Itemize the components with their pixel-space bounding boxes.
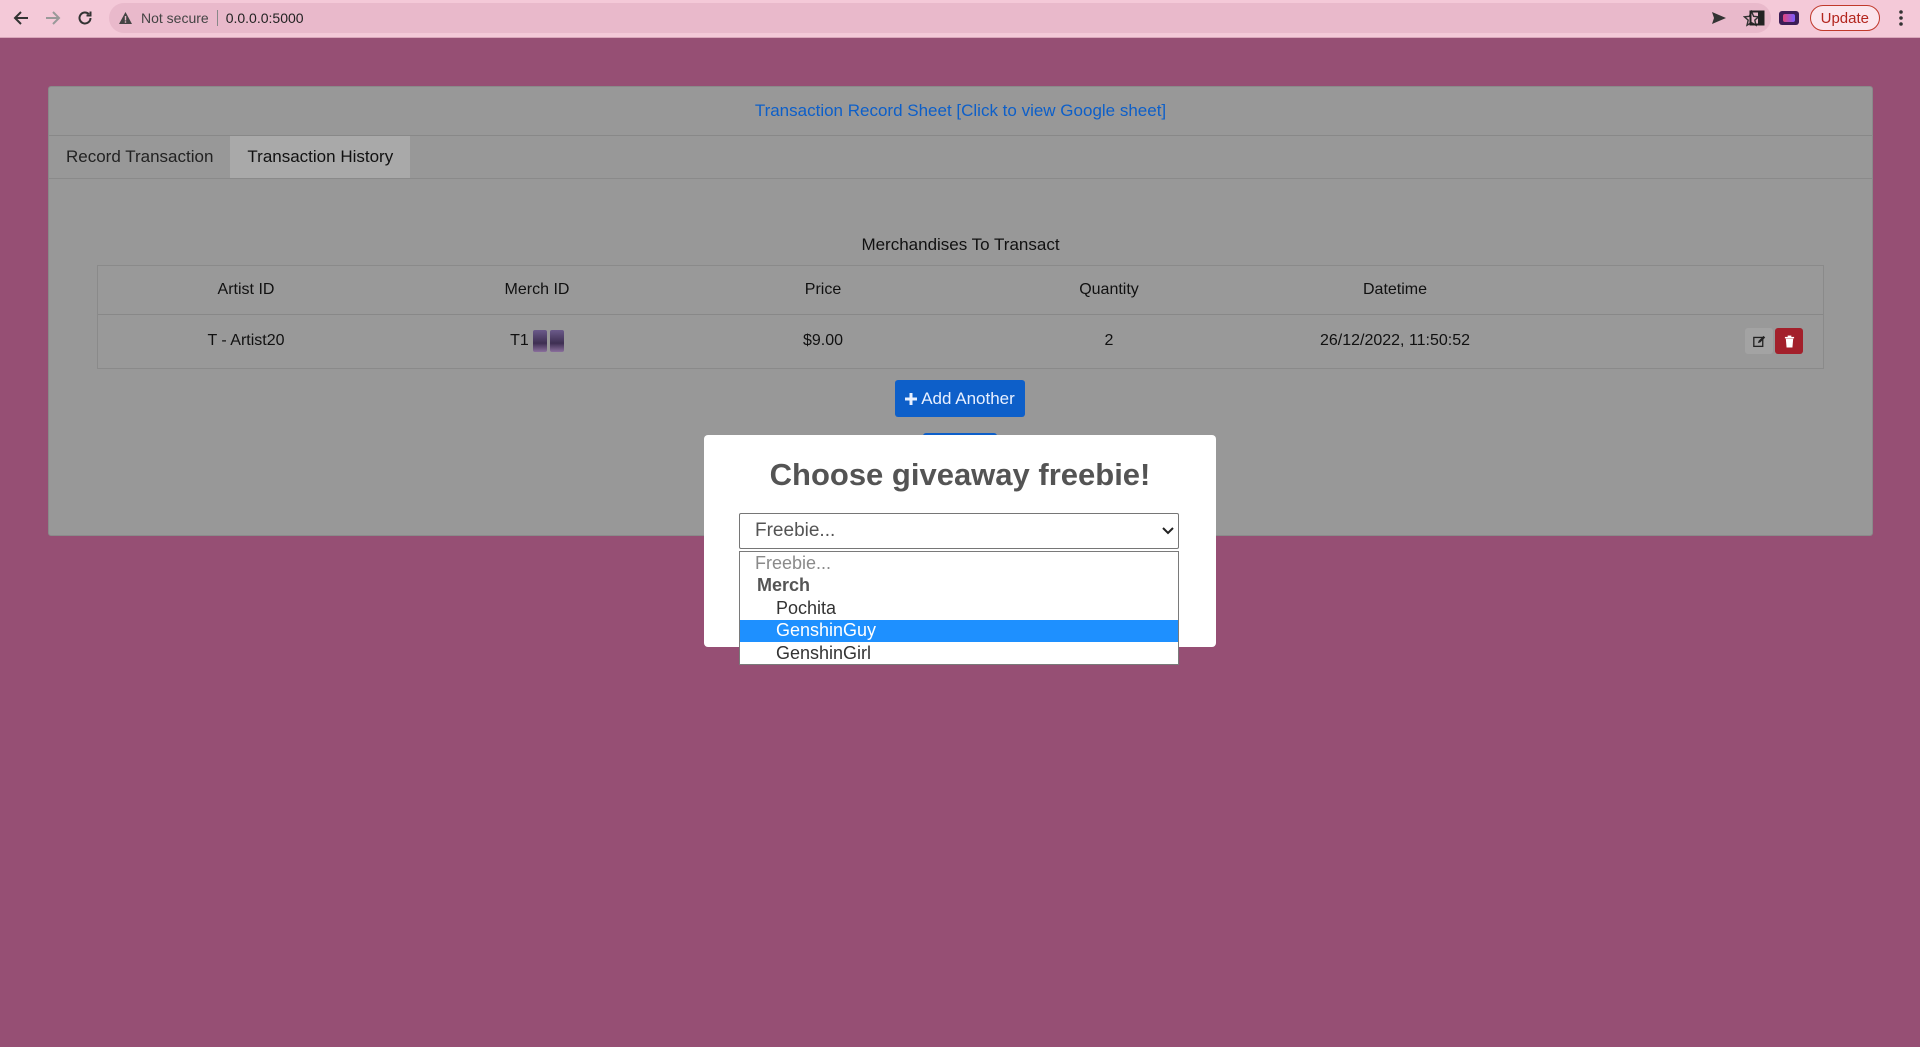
cell-quantity: 2 [1104, 332, 1114, 349]
reload-icon [78, 11, 92, 25]
chevron-down-icon [1162, 527, 1174, 535]
forward-button[interactable] [40, 6, 66, 30]
freebie-options-list: Freebie... Merch Pochita GenshinGuy Gens… [739, 551, 1179, 665]
column-header-price: Price [804, 281, 842, 298]
column-header-datetime: Datetime [1362, 281, 1428, 298]
cell-actions [1538, 315, 1823, 367]
column-header-merch-id: Merch ID [504, 281, 570, 298]
option-genshinguy[interactable]: GenshinGuy [740, 619, 1178, 642]
modal-title: Choose giveaway freebie! [769, 457, 1151, 492]
merch-thumbnails [532, 330, 564, 352]
column-header-quantity: Quantity [1079, 281, 1139, 298]
cell-artist-id: T - Artist20 [207, 332, 285, 349]
freebie-select-value: Freebie... [755, 520, 836, 541]
tab-transaction-history[interactable]: Transaction History [230, 136, 411, 178]
send-icon[interactable] [1709, 8, 1729, 28]
merch-image [532, 330, 547, 352]
security-status[interactable]: Not secure [141, 10, 209, 26]
arrow-right-icon [46, 11, 61, 25]
edit-icon [1752, 335, 1765, 347]
more-menu-icon[interactable] [1890, 6, 1912, 30]
cell-datetime: 26/12/2022, 11:50:52 [1319, 332, 1471, 349]
arrow-left-icon [13, 11, 28, 25]
option-genshingirl[interactable]: GenshinGirl [740, 642, 1178, 665]
browser-toolbar: Not secure 0.0.0.0:5000 Update [0, 0, 1920, 38]
panel-header: Transaction Record Sheet [Click to view … [49, 87, 1872, 136]
update-button[interactable]: Update [1809, 5, 1880, 31]
divider [216, 10, 218, 26]
delete-button[interactable] [1775, 328, 1803, 354]
cell-merch-id: T1 [394, 315, 680, 367]
merch-table: Artist ID Merch ID Price Quantity Dateti… [97, 265, 1824, 369]
merch-id-text: T1 [510, 332, 529, 349]
address-bar[interactable]: Not secure 0.0.0.0:5000 [109, 3, 1771, 33]
add-another-label: Add Another [921, 388, 1015, 408]
side-panel-icon[interactable] [1746, 6, 1768, 30]
table-row: T - Artist20 T1 $9.00 2 26/12/2022, 11:5… [98, 315, 1823, 367]
warning-icon[interactable] [117, 10, 133, 26]
tab-bar: Record Transaction Transaction History [49, 136, 1872, 179]
freebie-select[interactable]: Freebie... [739, 513, 1179, 549]
section-title: Merchandises To Transact [861, 235, 1060, 254]
merch-image [549, 330, 564, 352]
extension-icon[interactable] [1778, 6, 1800, 30]
plus-icon [905, 392, 918, 405]
cell-price: $9.00 [802, 332, 844, 349]
column-header-artist-id: Artist ID [217, 281, 275, 298]
add-another-button[interactable]: Add Another [895, 380, 1025, 417]
edit-button[interactable] [1745, 328, 1773, 354]
optgroup-merch: Merch [757, 575, 811, 596]
tab-record-transaction[interactable]: Record Transaction [49, 136, 230, 178]
google-sheet-link[interactable]: Transaction Record Sheet [Click to view … [755, 101, 1166, 121]
table-header-row: Artist ID Merch ID Price Quantity Dateti… [98, 266, 1823, 315]
reload-button[interactable] [72, 6, 98, 30]
option-pochita[interactable]: Pochita [740, 597, 1178, 620]
column-header-actions [1538, 266, 1823, 314]
back-button[interactable] [8, 6, 34, 30]
option-placeholder[interactable]: Freebie... [740, 552, 1178, 575]
url-text[interactable]: 0.0.0.0:5000 [226, 10, 304, 26]
trash-icon [1784, 335, 1794, 347]
